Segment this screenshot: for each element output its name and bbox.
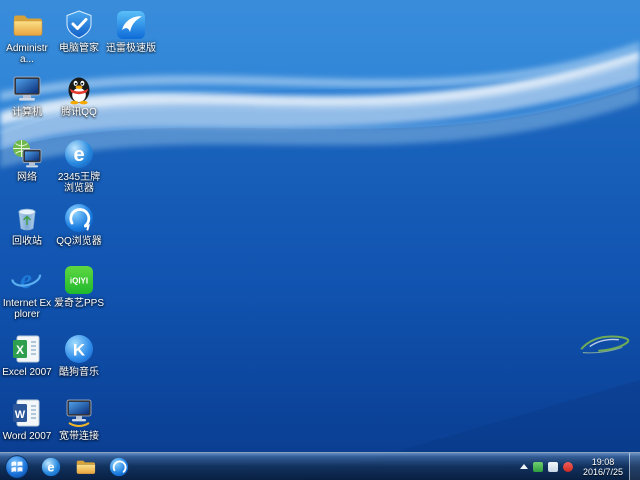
desktop-icon-2345-browser[interactable]: e 2345王牌浏览器: [53, 137, 105, 194]
icon-label: QQ浏览器: [53, 236, 105, 247]
monitor-cable-icon: [62, 396, 96, 430]
icon-label: 计算机: [1, 107, 53, 118]
desktop-screen: Administra... 电脑管家 迅雷极速版: [0, 0, 640, 480]
folder-icon: [10, 8, 44, 42]
explorer-folder-icon: [74, 456, 96, 478]
desktop-icon-network[interactable]: 网络: [1, 137, 53, 183]
globe-monitor-icon: [10, 137, 44, 171]
green-square-icon: iQIYI: [62, 263, 96, 297]
icon-label: 腾讯QQ: [53, 107, 105, 118]
icon-label: 2345王牌浏览器: [53, 172, 105, 194]
desktop-icon-broadband[interactable]: 宽带连接: [53, 396, 105, 442]
wallpaper-watermark: [576, 330, 636, 360]
hidden-icons-arrow[interactable]: [520, 464, 528, 469]
taskbar-clock[interactable]: 19:08 2016/7/25: [577, 457, 629, 477]
icon-label: 网络: [1, 172, 53, 183]
e-glyph: e: [73, 144, 84, 166]
desktop-icon-qq[interactable]: 腾讯QQ: [53, 72, 105, 118]
alert-red-icon[interactable]: [563, 462, 573, 472]
icon-label: 宽带连接: [53, 431, 105, 442]
icon-label: Word 2007: [1, 431, 53, 442]
clock-time: 19:08: [583, 457, 623, 467]
desktop-icon-pc-manager[interactable]: 电脑管家: [53, 8, 105, 54]
desktop-icon-internet-explorer[interactable]: e Internet Explorer: [1, 263, 53, 320]
word-doc-icon: W: [10, 396, 44, 430]
icon-label: 电脑管家: [53, 43, 105, 54]
desktop-icon-recycle-bin[interactable]: 回收站: [1, 201, 53, 247]
blue-swirl-icon: [62, 201, 96, 235]
desktop-icon-qq-browser[interactable]: QQ浏览器: [53, 201, 105, 247]
taskbar-button-explorer[interactable]: [68, 453, 102, 480]
windows-orb-icon: [4, 454, 30, 480]
taskbar: e 19:08 2016/7/25: [0, 452, 640, 480]
browser-sphere-icon: e: [40, 456, 62, 478]
icon-label: Excel 2007: [1, 367, 53, 378]
blue-sphere-icon: e: [62, 137, 96, 171]
k-glyph: K: [73, 341, 86, 360]
recycle-bin-icon: [10, 201, 44, 235]
e-glyph: e: [20, 264, 32, 294]
blue-bird-icon: [114, 8, 148, 42]
icon-label: 爱奇艺PPS: [53, 298, 105, 309]
desktop-icon-word[interactable]: W Word 2007: [1, 396, 53, 442]
icon-label: Internet Explorer: [1, 298, 53, 320]
ie-icon: e: [10, 263, 44, 297]
show-desktop-button[interactable]: [629, 453, 640, 480]
ime-white-icon[interactable]: [548, 462, 558, 472]
start-button[interactable]: [0, 453, 34, 480]
taskbar-button-browser[interactable]: e: [34, 453, 68, 480]
svg-text:e: e: [47, 459, 54, 474]
desktop-icon-computer[interactable]: 计算机: [1, 72, 53, 118]
qq-browser-swirl-icon: [108, 456, 130, 478]
monitor-icon: [10, 72, 44, 106]
icon-label: 回收站: [1, 236, 53, 247]
clock-date: 2016/7/25: [583, 467, 623, 477]
penguin-icon: [62, 72, 96, 106]
desktop-icon-thunder[interactable]: 迅雷极速版: [105, 8, 157, 54]
blue-circle-k-icon: K: [62, 332, 96, 366]
desktop-icon-iqiyi[interactable]: iQIYI 爱奇艺PPS: [53, 263, 105, 309]
icon-label: 迅雷极速版: [105, 43, 157, 54]
w-glyph: W: [15, 409, 26, 421]
icon-label: Administra...: [1, 43, 53, 65]
icon-label: 酷狗音乐: [53, 367, 105, 378]
desktop-icon-excel[interactable]: X Excel 2007: [1, 332, 53, 378]
desktop-icon-administrator[interactable]: Administra...: [1, 8, 53, 65]
excel-doc-icon: X: [10, 332, 44, 366]
x-glyph: X: [16, 343, 24, 357]
brand-swirl-icon: [576, 330, 636, 358]
desktop-icon-kugou[interactable]: K 酷狗音乐: [53, 332, 105, 378]
blue-shield-icon: [62, 8, 96, 42]
system-tray: [516, 462, 577, 472]
security-green-icon[interactable]: [533, 462, 543, 472]
iqiyi-glyph: iQIYI: [70, 277, 88, 286]
taskbar-button-qq-browser[interactable]: [102, 453, 136, 480]
